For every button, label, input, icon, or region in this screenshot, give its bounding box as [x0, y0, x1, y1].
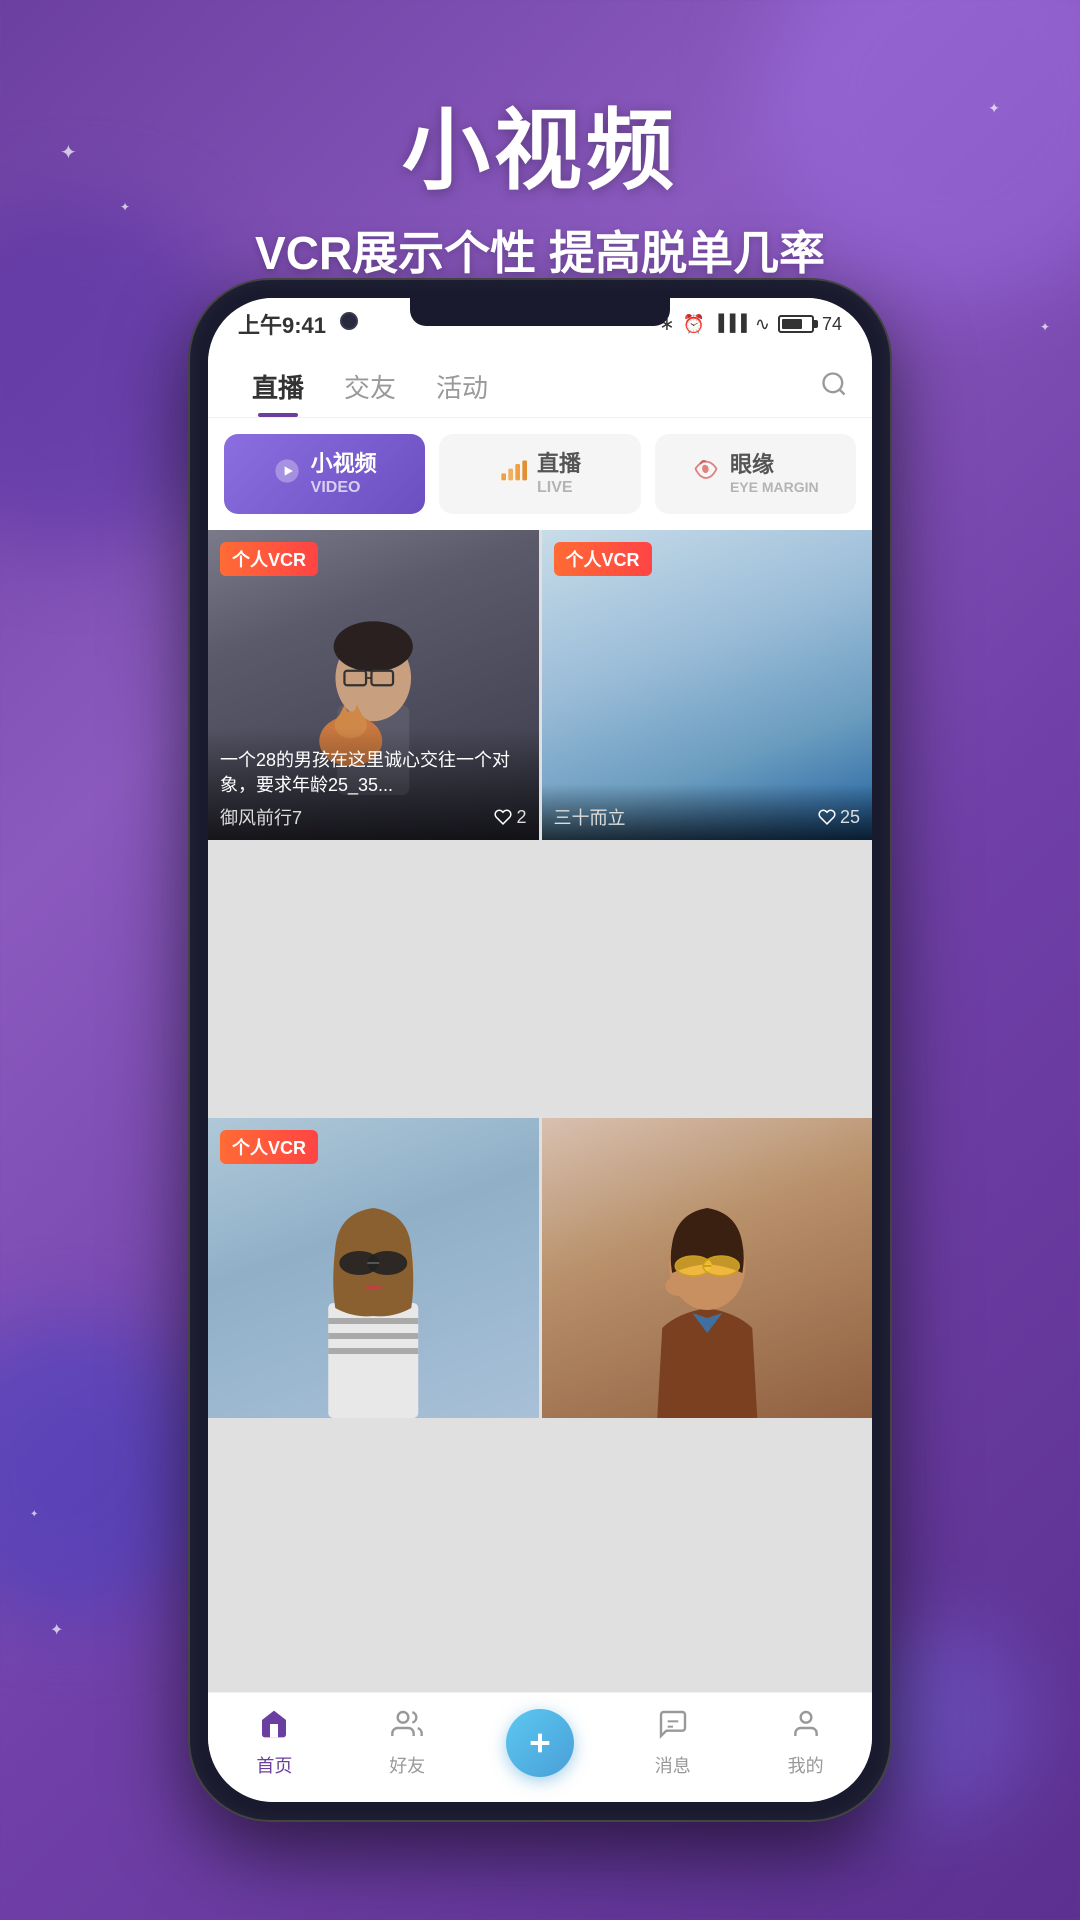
cat-eye-text: 眼缘 EYE MARGIN [730, 452, 819, 495]
phone-camera [340, 312, 358, 330]
page-title: 小视频 [0, 80, 1080, 207]
wifi-icon: ∿ [755, 314, 770, 335]
nav-profile-label: 我的 [788, 1752, 824, 1778]
battery-label: 74 [822, 314, 842, 335]
nav-friends-label: 好友 [389, 1752, 425, 1778]
cat-live[interactable]: 直播 LIVE [439, 434, 640, 514]
add-button[interactable] [506, 1709, 574, 1777]
status-time: 上午9:41 [238, 308, 326, 340]
video-info-2: 三十而立 25 [542, 784, 873, 840]
phone-notch [410, 298, 670, 326]
video-meta-1: 御风前行7 2 [220, 804, 527, 830]
nav-messages[interactable]: 消息 [606, 1708, 739, 1778]
signal-icon: ▐▐▐ [713, 315, 747, 333]
phone-mockup: 上午9:41 ∗ ⏰ ▐▐▐ ∿ 74 直播 [190, 280, 890, 1820]
video-info-1: 一个28的男孩在这里诚心交往一个对象，要求年龄25_35... 御风前行7 2 [208, 728, 539, 840]
video-meta-2: 三十而立 25 [554, 804, 861, 830]
battery-icon [778, 315, 814, 333]
vcr-badge-1: 个人VCR [220, 542, 318, 576]
vcr-badge-2: 个人VCR [554, 542, 652, 576]
video-card-3[interactable]: 个人VCR [208, 1118, 539, 1418]
video-cat-icon [273, 457, 301, 492]
page-header: 小视频 VCR展示个性 提高脱单几率 [0, 80, 1080, 283]
phone-outer: 上午9:41 ∗ ⏰ ▐▐▐ ∿ 74 直播 [190, 280, 890, 1820]
tab-live[interactable]: 直播 [232, 358, 324, 417]
cat-video[interactable]: 小视频 VIDEO [224, 434, 425, 514]
friends-icon [391, 1708, 423, 1748]
cat-video-text: 小视频 VIDEO [311, 451, 377, 497]
video-card-4[interactable] [542, 1118, 873, 1418]
screen-content: 上午9:41 ∗ ⏰ ▐▐▐ ∿ 74 直播 [208, 298, 872, 1802]
nav-add[interactable] [474, 1709, 607, 1777]
category-row: 小视频 VIDEO [208, 418, 872, 530]
video-user-2: 三十而立 [554, 804, 626, 830]
nav-home-label: 首页 [256, 1752, 292, 1778]
cat-live-text: 直播 LIVE [537, 451, 581, 497]
status-icons: ∗ ⏰ ▐▐▐ ∿ 74 [659, 314, 842, 335]
tab-events[interactable]: 活动 [416, 358, 508, 417]
nav-home[interactable]: 首页 [208, 1708, 341, 1778]
nav-profile[interactable]: 我的 [739, 1708, 872, 1778]
vcr-badge-3: 个人VCR [220, 1130, 318, 1164]
alarm-icon: ⏰ [682, 314, 704, 335]
tab-friends[interactable]: 交友 [324, 358, 416, 417]
nav-messages-label: 消息 [655, 1752, 691, 1778]
video-card-1[interactable]: 个人VCR 一个28的男孩在这里诚心交往一个对象，要求年龄25_35... 御风… [208, 530, 539, 840]
profile-icon [790, 1708, 822, 1748]
eye-cat-icon [692, 457, 720, 492]
live-cat-icon [499, 457, 527, 492]
phone-screen: 上午9:41 ∗ ⏰ ▐▐▐ ∿ 74 直播 [208, 298, 872, 1802]
video-card-2[interactable]: 个人VCR 三十而立 25 [542, 530, 873, 840]
video-grid: 个人VCR 一个28的男孩在这里诚心交往一个对象，要求年龄25_35... 御风… [208, 530, 872, 1692]
cat-eyemargin[interactable]: 眼缘 EYE MARGIN [655, 434, 856, 514]
page-subtitle: VCR展示个性 提高脱单几率 [0, 217, 1080, 283]
bottom-nav: 首页 好友 [208, 1692, 872, 1802]
nav-friends[interactable]: 好友 [341, 1708, 474, 1778]
video-user-1: 御风前行7 [220, 804, 302, 830]
video-likes-2: 25 [818, 807, 860, 828]
search-icon[interactable] [820, 370, 848, 406]
home-icon [258, 1708, 290, 1748]
video-likes-1: 2 [494, 807, 526, 828]
message-icon [657, 1708, 689, 1748]
video-title-1: 一个28的男孩在这里诚心交往一个对象，要求年龄25_35... [220, 748, 527, 798]
nav-tabs: 直播 交友 活动 [208, 350, 872, 418]
